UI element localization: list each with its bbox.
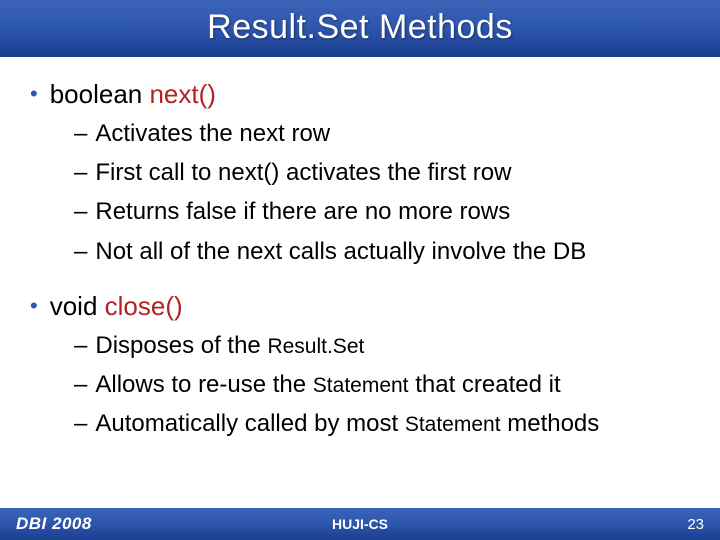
- sub-text: Returns false if there are no more rows: [95, 196, 700, 227]
- method-name-close: close(): [105, 291, 183, 321]
- bullet-next: • boolean next(): [30, 79, 700, 110]
- bullet-close: • void close(): [30, 291, 700, 322]
- dash-icon: –: [74, 410, 87, 438]
- bullet-prefix: boolean: [50, 79, 150, 109]
- method-name-next: next(): [149, 79, 215, 109]
- sub-text: Not all of the next calls actually invol…: [95, 236, 700, 267]
- dash-icon: –: [74, 371, 87, 399]
- sub-bullet: –Activates the next row: [74, 118, 700, 149]
- sub-bullet: –First call to next() activates the firs…: [74, 157, 700, 188]
- slide-content: • boolean next() –Activates the next row…: [0, 57, 720, 508]
- bullet-icon: •: [30, 295, 38, 317]
- sub-bullet: –Returns false if there are no more rows: [74, 196, 700, 227]
- sub-text: Automatically called by most Statement m…: [95, 408, 700, 439]
- footer-page-number: 23: [687, 516, 704, 533]
- dash-icon: –: [74, 332, 87, 360]
- footer-center: HUJI-CS: [332, 516, 388, 532]
- dash-icon: –: [74, 238, 87, 266]
- sub-bullet: –Automatically called by most Statement …: [74, 408, 700, 439]
- dash-icon: –: [74, 159, 87, 187]
- sub-bullet: –Not all of the next calls actually invo…: [74, 236, 700, 267]
- dash-icon: –: [74, 120, 87, 148]
- slide-title: Result.Set Methods: [0, 0, 720, 57]
- dash-icon: –: [74, 198, 87, 226]
- sub-text: First call to next() activates the first…: [95, 157, 700, 188]
- slide: Result.Set Methods • boolean next() –Act…: [0, 0, 720, 540]
- sub-text: Allows to re-use the Statement that crea…: [95, 369, 700, 400]
- sub-text: Disposes of the Result.Set: [95, 330, 700, 361]
- bullet-icon: •: [30, 83, 38, 105]
- bullet-prefix: void: [50, 291, 105, 321]
- sub-bullet: –Allows to re-use the Statement that cre…: [74, 369, 700, 400]
- sub-bullet: –Disposes of the Result.Set: [74, 330, 700, 361]
- slide-footer: DBI 2008 HUJI-CS 23: [0, 508, 720, 540]
- footer-left: DBI 2008: [16, 514, 92, 534]
- sub-text: Activates the next row: [95, 118, 700, 149]
